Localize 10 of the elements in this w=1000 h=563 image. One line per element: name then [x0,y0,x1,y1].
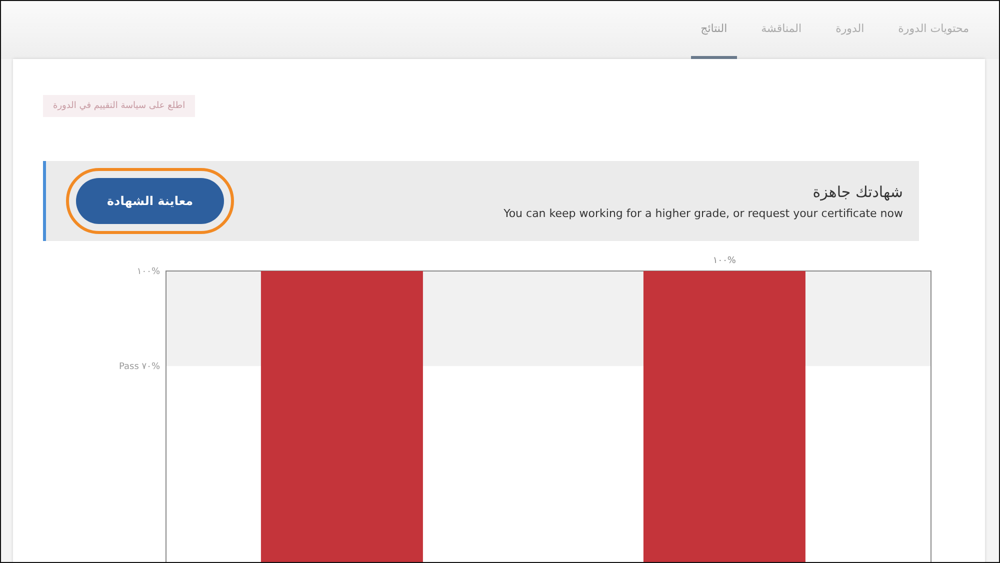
bar-value-label: ١٠٠% [712,256,736,266]
preview-certificate-button[interactable]: معاينة الشهادة [76,178,224,224]
policy-link[interactable]: اطلع على سياسة التقييم في الدورة [43,95,196,117]
nav-tab[interactable]: المناقشة [751,1,812,59]
nav-tab[interactable]: الدورة [826,1,874,59]
y-axis-label: ١٠٠% [136,267,160,277]
y-axis-label: Pass ٧٠% [118,362,160,372]
banner-message: You can keep working for a higher grade, or request your certificate now [504,206,903,220]
banner-title: شهادتك جاهزة [812,182,903,200]
nav-tab[interactable]: محتويات الدورة [888,1,979,59]
